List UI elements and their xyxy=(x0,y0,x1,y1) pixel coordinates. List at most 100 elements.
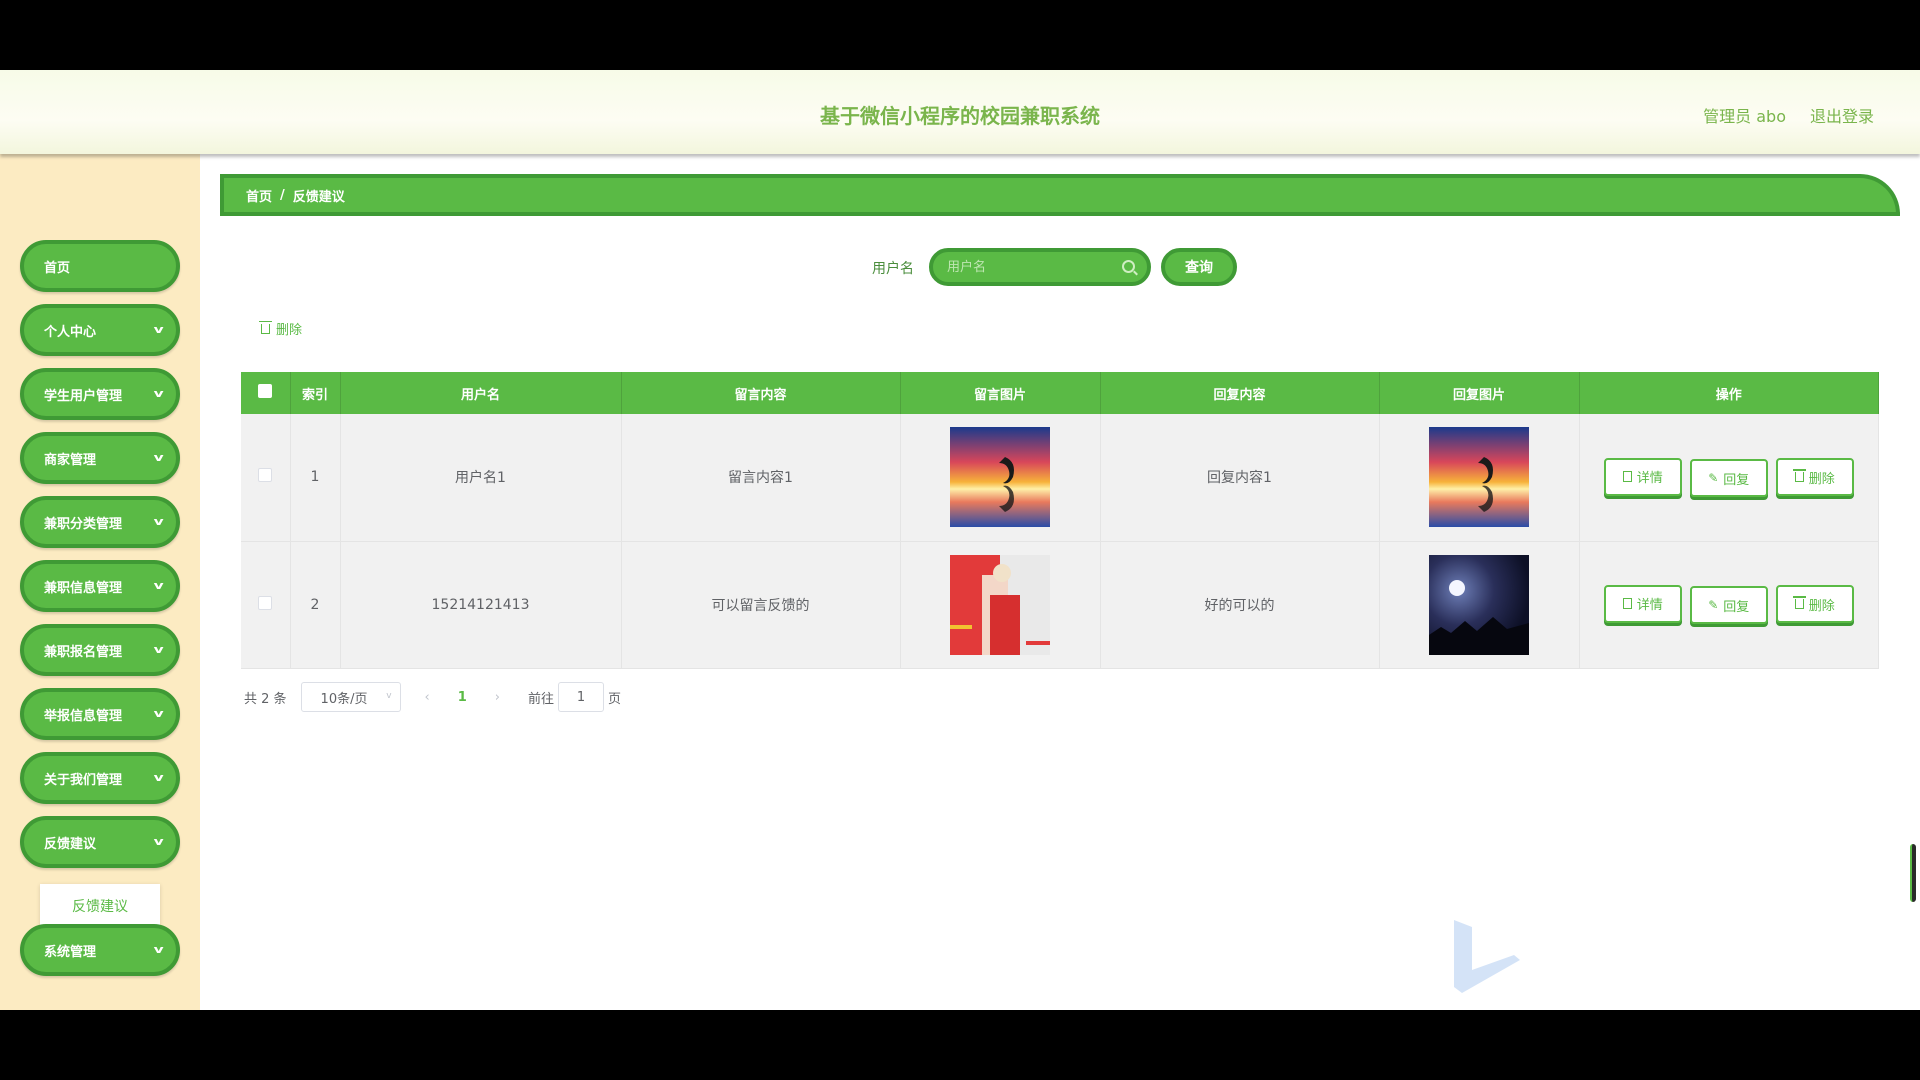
row-checkbox[interactable] xyxy=(258,595,273,610)
goto-suffix: 页 xyxy=(608,691,622,707)
sidebar-item-label: 反馈建议 xyxy=(44,836,97,852)
trash-icon xyxy=(1792,596,1806,610)
chevron-down-icon: v xyxy=(153,771,164,784)
row-select-cell[interactable] xyxy=(241,414,291,542)
sidebar-item-label: 兼职报名管理 xyxy=(44,644,123,660)
sidebar-item-job-applications[interactable]: 兼职报名管理 v xyxy=(20,624,180,676)
sidebar-item-student-users[interactable]: 学生用户管理 v xyxy=(20,368,180,420)
chevron-down-icon: v xyxy=(153,835,164,848)
chevron-down-icon: v xyxy=(153,515,164,528)
reply-image-cell xyxy=(1379,414,1580,542)
delete-label: 删除 xyxy=(1808,598,1835,614)
document-icon xyxy=(1622,598,1632,610)
message-image-cell xyxy=(900,541,1101,669)
chevron-down-icon: v xyxy=(153,451,164,464)
table-row: 2 15214121413 可以留言反馈的 好的可以的 详情 ✎ 回复 删除 xyxy=(241,541,1879,669)
bulk-delete-label: 删除 xyxy=(276,323,303,338)
sidebar-item-about-us[interactable]: 关于我们管理 v xyxy=(20,752,180,804)
sidebar-item-job-info[interactable]: 兼职信息管理 v xyxy=(20,560,180,612)
sidebar-item-feedback[interactable]: 反馈建议 v xyxy=(20,816,180,868)
goto-page-input[interactable] xyxy=(558,682,605,712)
detail-button[interactable]: 详情 xyxy=(1603,457,1682,496)
submenu-item-feedback[interactable]: 反馈建议 xyxy=(40,884,160,928)
message-image-cell xyxy=(900,414,1101,542)
reply-label: 回复 xyxy=(1723,599,1750,615)
watermark-logo xyxy=(1454,920,1520,993)
sidebar-item-merchants[interactable]: 商家管理 v xyxy=(20,432,180,484)
sidebar-item-job-categories[interactable]: 兼职分类管理 v xyxy=(20,496,180,548)
sidebar-item-label: 学生用户管理 xyxy=(44,388,123,404)
breadcrumb-home[interactable]: 首页 xyxy=(246,186,272,205)
scrollbar[interactable] xyxy=(1910,844,1916,902)
sidebar-item-label: 兼职信息管理 xyxy=(44,580,123,596)
edit-icon: ✎ xyxy=(1708,471,1719,485)
search-input[interactable] xyxy=(933,252,1103,282)
chevron-down-icon: v xyxy=(153,643,164,656)
app-title: 基于微信小程序的校园兼职系统 xyxy=(820,104,1100,128)
sidebar-item-reports[interactable]: 举报信息管理 v xyxy=(20,688,180,740)
select-all-header[interactable] xyxy=(241,372,291,414)
sidebar-item-label: 系统管理 xyxy=(44,944,97,960)
reply-image-cell xyxy=(1379,541,1580,669)
top-header: 基于微信小程序的校园兼职系统 管理员 abo 退出登录 xyxy=(0,70,1920,154)
sidebar-item-home[interactable]: 首页 xyxy=(20,240,180,292)
reply-button[interactable]: ✎ 回复 xyxy=(1689,459,1768,497)
detail-button[interactable]: 详情 xyxy=(1603,584,1682,623)
column-header: 索引 xyxy=(290,372,341,414)
sidebar-item-label: 商家管理 xyxy=(44,452,97,468)
index-cell: 2 xyxy=(290,541,341,669)
chevron-down-icon: v xyxy=(153,323,164,336)
table-row: 1 用户名1 留言内容1 回复内容1 详情 ✎ 回复 删除 xyxy=(241,414,1879,542)
query-button[interactable]: 查询 xyxy=(1161,248,1237,286)
chevron-down-icon: v xyxy=(153,579,164,592)
message-cell: 可以留言反馈的 xyxy=(621,541,901,669)
trash-icon xyxy=(1792,469,1806,482)
row-checkbox[interactable] xyxy=(258,468,273,483)
chevron-down-icon: v xyxy=(153,387,164,400)
poster-woman-image[interactable] xyxy=(950,554,1050,655)
search-icon xyxy=(1122,260,1135,273)
username-cell: 用户名1 xyxy=(340,414,622,542)
column-header: 操作 xyxy=(1579,372,1879,414)
page-number[interactable]: 1 xyxy=(458,690,467,705)
select-all-checkbox[interactable] xyxy=(258,384,273,398)
row-select-cell[interactable] xyxy=(241,541,291,669)
page-size-value: 10条/页 xyxy=(320,691,368,707)
index-cell: 1 xyxy=(290,414,341,542)
chevron-down-icon: v xyxy=(386,691,392,701)
sidebar-item-label: 个人中心 xyxy=(44,324,97,340)
detail-label: 详情 xyxy=(1636,598,1663,614)
sidebar-item-label: 举报信息管理 xyxy=(44,708,123,724)
chevron-down-icon: v xyxy=(153,943,164,956)
detail-label: 详情 xyxy=(1636,471,1663,486)
column-header: 用户名 xyxy=(340,372,622,414)
logout-link[interactable]: 退出登录 xyxy=(1810,103,1874,127)
sidebar-item-label: 关于我们管理 xyxy=(44,772,123,788)
sidebar: 首页 个人中心 v 学生用户管理 v 商家管理 v 兼职分类管理 v 兼职信息管理 v 兼… xyxy=(0,154,200,1010)
table-header-row: 索引 用户名 留言内容 留言图片 回复内容 回复图片 操作 xyxy=(241,372,1879,414)
sidebar-item-personal-center[interactable]: 个人中心 v xyxy=(20,304,180,356)
prev-page-button[interactable]: ‹ xyxy=(425,690,430,705)
sunset-dolphin-image[interactable] xyxy=(950,427,1050,528)
actions-cell: 详情 ✎ 回复 删除 xyxy=(1579,541,1879,669)
sidebar-item-label: 兼职分类管理 xyxy=(44,516,123,532)
night-moon-image[interactable] xyxy=(1429,554,1529,655)
admin-user-label[interactable]: 管理员 abo xyxy=(1703,103,1786,127)
bulk-delete-button[interactable]: 删除 xyxy=(259,319,303,338)
sunset-dolphin-image[interactable] xyxy=(1429,427,1529,528)
delete-button[interactable]: 删除 xyxy=(1775,458,1854,496)
edit-icon: ✎ xyxy=(1708,598,1719,613)
next-page-button[interactable]: › xyxy=(495,690,500,705)
feedback-table: 索引 用户名 留言内容 留言图片 回复内容 回复图片 操作 1 用户名1 留言内… xyxy=(241,372,1879,669)
column-header: 回复图片 xyxy=(1379,372,1580,414)
delete-button[interactable]: 删除 xyxy=(1775,585,1854,624)
actions-cell: 详情 ✎ 回复 删除 xyxy=(1579,414,1879,542)
reply-button[interactable]: ✎ 回复 xyxy=(1689,586,1768,625)
total-count: 共 2 条 xyxy=(244,691,287,707)
column-header: 回复内容 xyxy=(1100,372,1380,414)
column-header: 留言图片 xyxy=(900,372,1101,414)
goto-prefix: 前往 xyxy=(528,691,555,707)
sidebar-item-system[interactable]: 系统管理 v xyxy=(20,924,180,976)
page-size-select[interactable]: 10条/页 v xyxy=(300,682,401,712)
search-input-wrapper[interactable] xyxy=(929,248,1151,286)
